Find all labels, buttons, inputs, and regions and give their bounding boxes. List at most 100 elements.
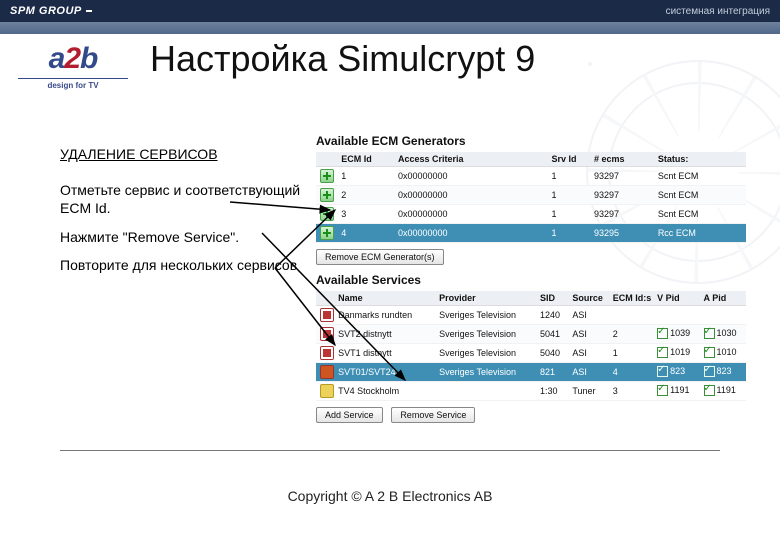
svc-cell-ecm: 2 <box>609 325 653 344</box>
ecm-table: ECM Id Access Criteria Srv Id # ecms Sta… <box>316 152 746 243</box>
ecm-cell-srv: 1 <box>548 186 591 205</box>
instruction-step-2: Нажмите "Remove Service". <box>60 228 310 246</box>
instruction-step-3: Повторите для нескольких сервисов <box>60 256 310 274</box>
ecm-row[interactable]: 30x00000000193297Scnt ECM <box>316 205 746 224</box>
service-row[interactable]: SVT01/SVT24Sveriges Television821ASI4823… <box>316 363 746 382</box>
ecm-row-icon <box>320 188 334 202</box>
ecm-cell-ecms: 93297 <box>590 186 654 205</box>
svc-cell-prov: Sveriges Television <box>435 344 536 363</box>
svc-cell-vpid: 1191 <box>653 382 699 401</box>
checkmark-icon: 1039 <box>657 328 690 339</box>
ecm-col-srv: Srv Id <box>548 152 591 167</box>
svc-cell-name: Danmarks rundten <box>334 306 435 325</box>
svc-cell-prov <box>435 382 536 401</box>
svc-cell-sid: 821 <box>536 363 568 382</box>
svc-cell-sid: 1:30 <box>536 382 568 401</box>
ecm-row[interactable]: 20x00000000193297Scnt ECM <box>316 186 746 205</box>
remove-service-button[interactable]: Remove Service <box>391 407 475 423</box>
svc-cell-src: ASI <box>568 325 608 344</box>
logo-a2b: a2b <box>18 42 128 76</box>
svc-col-apid: A Pid <box>700 291 746 306</box>
svc-cell-ecm: 1 <box>609 344 653 363</box>
ecm-cell-ecms: 93297 <box>590 205 654 224</box>
ecm-row-icon <box>320 169 334 183</box>
service-row-icon <box>320 327 334 341</box>
footer-divider <box>60 450 720 451</box>
svc-cell-apid: 823 <box>700 363 746 382</box>
service-row[interactable]: TV4 Stockholm1:30Tuner311911191 <box>316 382 746 401</box>
ecm-row-icon <box>320 226 334 240</box>
svc-cell-ecm: 3 <box>609 382 653 401</box>
svc-cell-src: ASI <box>568 363 608 382</box>
instructions-heading: УДАЛЕНИЕ СЕРВИСОВ <box>60 145 310 163</box>
brand-logo: SPM GROUP <box>10 5 92 17</box>
svc-cell-apid <box>700 306 746 325</box>
svc-cell-name: TV4 Stockholm <box>334 382 435 401</box>
checkmark-icon: 823 <box>657 366 685 377</box>
svc-cell-apid: 1010 <box>700 344 746 363</box>
ecm-col-id: ECM Id <box>337 152 394 167</box>
remove-ecm-button[interactable]: Remove ECM Generator(s) <box>316 249 444 265</box>
ecm-cell-status: Scnt ECM <box>654 205 746 224</box>
svc-cell-src: ASI <box>568 306 608 325</box>
ecm-cell-ac: 0x00000000 <box>394 205 548 224</box>
brand-dash-icon <box>86 10 92 12</box>
ecm-cell-id: 4 <box>337 224 394 243</box>
checkmark-icon: 1030 <box>704 328 737 339</box>
svc-cell-name: SVT1 distnytt <box>334 344 435 363</box>
brand-text: SPM GROUP <box>10 5 82 17</box>
services-header-row: Name Provider SID Source ECM Id:s V Pid … <box>316 291 746 306</box>
ecm-header-row: ECM Id Access Criteria Srv Id # ecms Sta… <box>316 152 746 167</box>
checkmark-icon: 1010 <box>704 347 737 358</box>
svc-cell-vpid <box>653 306 699 325</box>
checkmark-icon: 1191 <box>657 385 689 396</box>
service-row-icon <box>320 308 334 322</box>
svc-col-sid: SID <box>536 291 568 306</box>
ecm-cell-ecms: 93297 <box>590 167 654 186</box>
svc-col-src: Source <box>568 291 608 306</box>
checkmark-icon: 1019 <box>657 347 690 358</box>
logo-tagline: design for TV <box>18 78 128 90</box>
instructions-panel: УДАЛЕНИЕ СЕРВИСОВ Отметьте сервис и соот… <box>60 145 310 284</box>
ecm-col-status: Status: <box>654 152 746 167</box>
checkmark-icon: 823 <box>704 366 732 377</box>
svc-cell-prov: Sveriges Television <box>435 306 536 325</box>
ecm-cell-id: 1 <box>337 167 394 186</box>
ecm-row-icon <box>320 207 334 221</box>
svc-cell-apid: 1030 <box>700 325 746 344</box>
checkmark-icon: 1191 <box>704 385 736 396</box>
service-row[interactable]: SVT2 distnyttSveriges Television5041ASI2… <box>316 325 746 344</box>
svc-col-name: Name <box>334 291 435 306</box>
svc-cell-apid: 1191 <box>700 382 746 401</box>
services-panel-title: Available Services <box>316 273 746 287</box>
svc-cell-vpid: 1039 <box>653 325 699 344</box>
service-row[interactable]: Danmarks rundtenSveriges Television1240A… <box>316 306 746 325</box>
ecm-cell-id: 2 <box>337 186 394 205</box>
ecm-row[interactable]: 10x00000000193297Scnt ECM <box>316 167 746 186</box>
svc-cell-src: ASI <box>568 344 608 363</box>
ecm-cell-ac: 0x00000000 <box>394 224 548 243</box>
svc-col-ecm: ECM Id:s <box>609 291 653 306</box>
add-service-button[interactable]: Add Service <box>316 407 383 423</box>
services-table: Name Provider SID Source ECM Id:s V Pid … <box>316 291 746 401</box>
svc-cell-sid: 5041 <box>536 325 568 344</box>
service-row-icon <box>320 346 334 360</box>
page-title: Настройка Simulcrypt 9 <box>150 38 535 80</box>
ecm-panel-title: Available ECM Generators <box>316 134 746 148</box>
ecm-cell-status: Scnt ECM <box>654 186 746 205</box>
service-row-icon <box>320 384 334 398</box>
header-tagline: системная интеграция <box>666 6 770 17</box>
ecm-col-ac: Access Criteria <box>394 152 548 167</box>
ecm-cell-ac: 0x00000000 <box>394 186 548 205</box>
svc-col-vpid: V Pid <box>653 291 699 306</box>
service-row[interactable]: SVT1 distnyttSveriges Television5040ASI1… <box>316 344 746 363</box>
ecm-row[interactable]: 40x00000000193295Rcc ECM <box>316 224 746 243</box>
instruction-step-1: Отметьте сервис и соответствующий ECM Id… <box>60 181 310 217</box>
ecm-cell-id: 3 <box>337 205 394 224</box>
ecm-cell-status: Rcc ECM <box>654 224 746 243</box>
top-header: SPM GROUP системная интеграция <box>0 0 780 22</box>
svc-cell-ecm: 4 <box>609 363 653 382</box>
ecm-cell-status: Scnt ECM <box>654 167 746 186</box>
header-accent-bar <box>0 22 780 34</box>
ecm-cell-srv: 1 <box>548 205 591 224</box>
